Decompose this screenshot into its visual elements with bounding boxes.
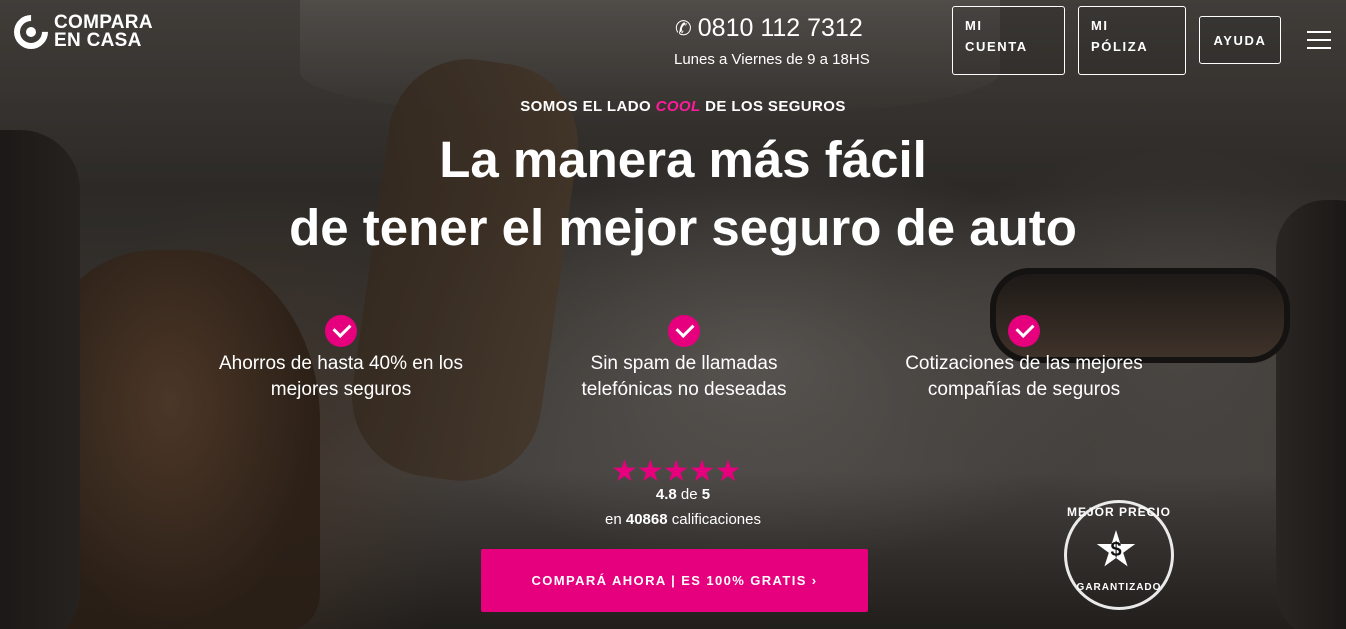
check-circle-icon (325, 315, 357, 347)
tagline: SOMOS EL LADO COOL DE LOS SEGUROS (520, 98, 846, 115)
hero-title-line2: de tener el mejor seguro de auto (289, 199, 1077, 256)
check-circle-icon (1008, 315, 1040, 347)
phone-icon: ✆ (675, 18, 692, 40)
check-circle-icon (668, 315, 700, 347)
mi-cuenta-button[interactable]: MI CUENTA (952, 6, 1065, 75)
badge-top-text: MEJOR PRECIO (1066, 505, 1171, 519)
compare-now-button[interactable]: COMPARÁ AHORA | ES 100% GRATIS › (481, 549, 868, 612)
badge-bottom-text: GARANTIZADO (1076, 582, 1162, 593)
feature-no-spam: Sin spam de llamadas telefónicas no dese… (534, 315, 834, 403)
hamburger-menu-icon[interactable] (1307, 31, 1331, 49)
mi-poliza-button[interactable]: MI PÓLIZA (1078, 6, 1186, 75)
phone-number: 0810 112 7312 (697, 14, 863, 42)
phone-link[interactable]: ✆ 0810 112 7312 (675, 14, 863, 43)
logo-icon (6, 7, 56, 57)
rating-score: 4.8 de 5 (655, 486, 711, 503)
logo[interactable]: COMPARA EN CASA (6, 7, 153, 57)
hero-title-line1: La manera más fácil (439, 131, 927, 188)
feature-savings: Ahorros de hasta 40% en los mejores segu… (191, 315, 491, 403)
logo-text: COMPARA EN CASA (54, 12, 153, 51)
business-hours: Lunes a Viernes de 9 a 18HS (674, 51, 870, 68)
rating-stars-icon: ★★★★★ (611, 455, 741, 488)
feature-best-quotes: Cotizaciones de las mejores compañías de… (874, 315, 1174, 403)
ayuda-button[interactable]: AYUDA (1199, 16, 1281, 64)
